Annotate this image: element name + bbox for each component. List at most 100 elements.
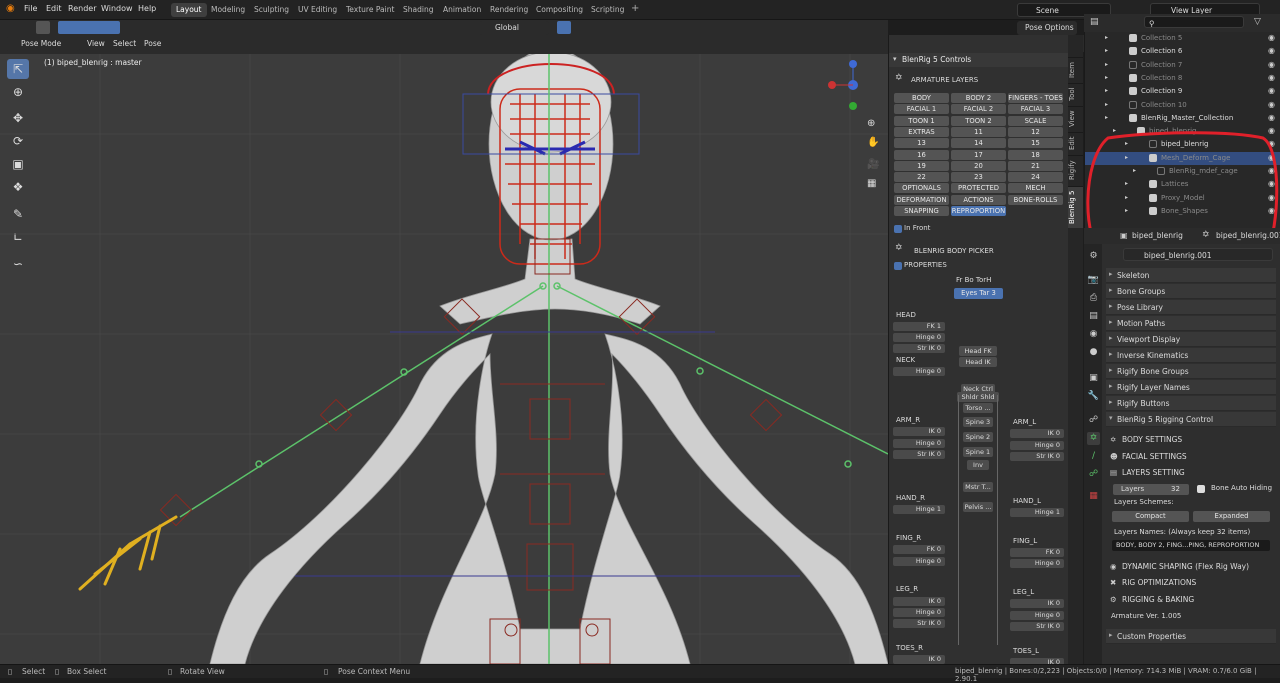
tab-texture-paint[interactable]: Texture Paint: [341, 3, 399, 17]
visibility-eye-icon[interactable]: ◉: [1268, 46, 1275, 55]
exclude-checkbox[interactable]: [1129, 87, 1137, 96]
layer-button-toon-2[interactable]: TOON 2: [951, 115, 1006, 126]
leg-l-hinge-slider[interactable]: Hinge 0: [1010, 611, 1064, 620]
arm-r-str-ik-slider[interactable]: Str IK 0: [893, 450, 945, 459]
tab-rendering[interactable]: Rendering: [485, 3, 533, 17]
view-layer-tab-icon[interactable]: ▤: [1087, 310, 1100, 323]
exclude-checkbox[interactable]: [1129, 34, 1137, 42]
tab-item[interactable]: Item: [1068, 57, 1083, 82]
render-tab-icon[interactable]: 📷: [1087, 274, 1100, 287]
menu-edit[interactable]: Edit: [46, 4, 62, 13]
layer-button-snapping[interactable]: SNAPPING: [894, 206, 949, 216]
eyes-target-button[interactable]: Eyes Tar 3: [954, 288, 1003, 299]
expand-arrow-icon[interactable]: ▸: [1105, 61, 1108, 68]
layer-button-toon-1[interactable]: TOON 1: [894, 115, 949, 126]
layers-count-field[interactable]: Layers 32: [1113, 484, 1189, 495]
leg-r-str-ik-slider[interactable]: Str IK 0: [893, 619, 945, 628]
menu-file[interactable]: File: [24, 4, 37, 13]
layers-names-field[interactable]: BODY, BODY 2, FING...PING, REPROPORTION: [1112, 540, 1270, 551]
compact-button[interactable]: Compact: [1112, 511, 1189, 522]
leg-l-str-ik-slider[interactable]: Str IK 0: [1010, 622, 1064, 631]
visibility-eye-icon[interactable]: ◉: [1268, 86, 1275, 95]
layer-button-facial-1[interactable]: FACIAL 1: [894, 104, 949, 115]
layers-setting-row[interactable]: ▤ LAYERS SETTING: [1110, 468, 1185, 477]
outliner-row[interactable]: ▸ BlenRig_Master_Collection ◉: [1085, 112, 1280, 125]
layer-button-21[interactable]: 21: [1008, 160, 1063, 171]
arm-l-str-ik-slider[interactable]: Str IK 0: [1010, 452, 1064, 461]
head-fk-button[interactable]: Head FK: [959, 346, 997, 356]
tab-animation[interactable]: Animation: [438, 3, 486, 17]
in-front-checkbox[interactable]: [894, 225, 902, 233]
layer-button-12[interactable]: 12: [1008, 126, 1063, 137]
head-ik-button[interactable]: Head IK: [959, 357, 997, 367]
layer-button-facial-3[interactable]: FACIAL 3: [1008, 104, 1063, 115]
tab-sculpting[interactable]: Sculpting: [249, 3, 294, 17]
tab-shading[interactable]: Shading: [398, 3, 438, 17]
layer-button-19[interactable]: 19: [894, 160, 949, 171]
expand-arrow-icon[interactable]: ▸: [1105, 47, 1108, 54]
body-settings-row[interactable]: ✡ BODY SETTINGS: [1110, 435, 1182, 444]
outliner-row[interactable]: ▸ Collection 9 ◉: [1085, 85, 1280, 98]
expand-arrow-icon[interactable]: ▸: [1105, 101, 1108, 108]
armature-data-field[interactable]: biped_blenrig.001: [1123, 248, 1273, 261]
properties-checkbox[interactable]: [894, 262, 902, 270]
menu-pose[interactable]: Pose: [144, 39, 161, 48]
layer-button-optionals[interactable]: OPTIONALS: [894, 183, 949, 194]
fing-r-hinge-slider[interactable]: Hinge 0: [893, 557, 945, 566]
outliner-search[interactable]: ⚲: [1144, 16, 1244, 28]
rigging-baking-row[interactable]: ⚙ RIGGING & BAKING: [1110, 595, 1194, 604]
expand-arrow-icon[interactable]: ▸: [1105, 87, 1108, 94]
pose-options-dropdown[interactable]: Pose Options: [1017, 21, 1077, 35]
selection-mode-buttons[interactable]: [58, 21, 120, 34]
layer-button-23[interactable]: 23: [951, 172, 1006, 183]
layer-button-18[interactable]: 18: [1008, 149, 1063, 160]
tab-scripting[interactable]: Scripting: [586, 3, 629, 17]
constraint-tab-icon[interactable]: ☍: [1087, 414, 1100, 427]
layer-button-facial-2[interactable]: FACIAL 2: [951, 104, 1006, 115]
visibility-eye-icon[interactable]: ◉: [1268, 100, 1275, 109]
filter-icon[interactable]: ▽: [1254, 17, 1261, 27]
layer-button-reproportion[interactable]: REPROPORTION: [951, 206, 1006, 216]
fing-l-fk-slider[interactable]: FK 0: [1010, 548, 1064, 557]
exclude-checkbox[interactable]: [1129, 100, 1137, 109]
layer-button-mech[interactable]: MECH: [1008, 183, 1063, 194]
rig-optimizations-row[interactable]: ✖ RIG OPTIMIZATIONS: [1110, 578, 1196, 587]
orientation-dropdown[interactable]: Global: [479, 21, 549, 35]
editor-type-icon[interactable]: ▤: [1090, 17, 1099, 27]
arm-r-hinge-slider[interactable]: Hinge 0: [893, 439, 945, 448]
properties-section[interactable]: Bone Groups: [1106, 284, 1276, 299]
head-str-ik-slider[interactable]: Str IK 0: [893, 344, 945, 353]
tab-compositing[interactable]: Compositing: [531, 3, 588, 17]
layer-button-bone-rolls[interactable]: BONE-ROLLS: [1008, 194, 1063, 205]
layer-button-body-2[interactable]: BODY 2: [951, 93, 1006, 103]
hand-r-hinge-slider[interactable]: Hinge 1: [893, 505, 945, 514]
snap-icon[interactable]: [557, 21, 571, 34]
outliner-row[interactable]: ▸ Collection 10 ◉: [1085, 99, 1280, 112]
properties-section[interactable]: Motion Paths: [1106, 316, 1276, 331]
facial-settings-row[interactable]: ☻ FACIAL SETTINGS: [1110, 452, 1187, 461]
mode-dropdown[interactable]: Pose Mode: [5, 37, 80, 51]
object-tab-icon[interactable]: ▣: [1087, 372, 1100, 385]
layer-button-13[interactable]: 13: [894, 138, 949, 149]
outliner-row[interactable]: ▸ Collection 8 ◉: [1085, 72, 1280, 85]
expand-arrow-icon[interactable]: ▸: [1105, 114, 1108, 121]
menu-select[interactable]: Select: [113, 39, 136, 48]
layer-button-extras[interactable]: EXTRAS: [894, 126, 949, 137]
layer-button-protected[interactable]: PROTECTED: [951, 183, 1006, 194]
modifier-tab-icon[interactable]: 🔧: [1087, 390, 1100, 403]
add-workspace-icon[interactable]: +: [631, 3, 639, 14]
properties-section[interactable]: Viewport Display: [1106, 332, 1276, 347]
visibility-eye-icon[interactable]: ◉: [1268, 113, 1275, 122]
exclude-checkbox[interactable]: [1129, 113, 1137, 122]
menu-window[interactable]: Window: [101, 4, 133, 13]
expand-arrow-icon[interactable]: ▸: [1105, 34, 1108, 41]
layer-button-scale[interactable]: SCALE: [1008, 115, 1063, 126]
arm-r-ik-slider[interactable]: IK 0: [893, 427, 945, 436]
toes-r-ik-slider[interactable]: IK 0: [893, 655, 945, 664]
3d-viewport[interactable]: (1) biped_blenrig : master ⇱ ⊕ ✥ ⟳ ▣ ❖ ✎…: [0, 54, 888, 664]
layer-button-22[interactable]: 22: [894, 172, 949, 183]
properties-section[interactable]: Rigify Bone Groups: [1106, 364, 1276, 379]
object-name[interactable]: biped_blenrig: [1132, 231, 1183, 240]
bone-constraint-tab-icon[interactable]: ☍: [1087, 468, 1100, 481]
visibility-eye-icon[interactable]: ◉: [1268, 33, 1275, 42]
